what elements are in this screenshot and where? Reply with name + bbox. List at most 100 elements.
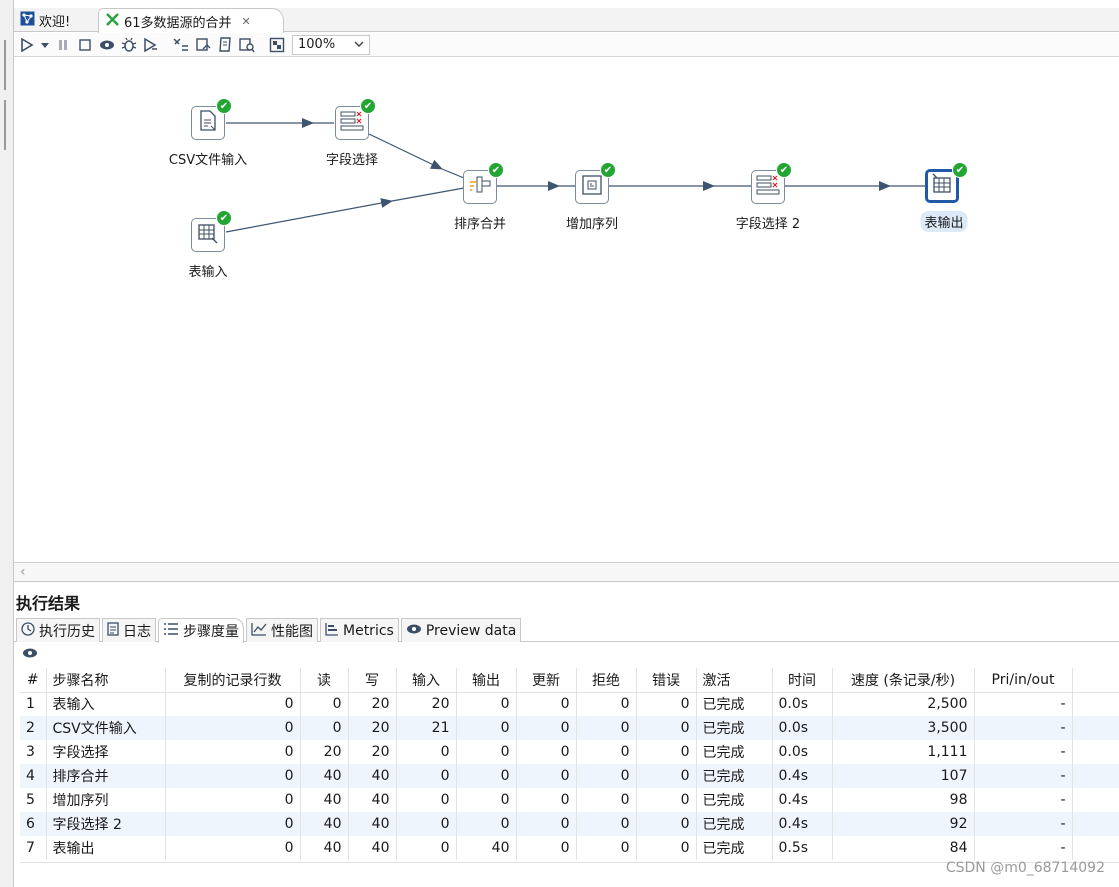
canvas-horizontal-scrollbar[interactable]: ‹ — [14, 562, 1119, 582]
step-label: 排序合并 — [453, 217, 507, 232]
column-header[interactable]: 拒绝 — [576, 668, 637, 693]
dropdown-icon[interactable] — [38, 34, 52, 56]
column-header[interactable]: 时间 — [772, 668, 833, 693]
sql-icon[interactable] — [214, 34, 236, 56]
table-cell: 0 — [576, 812, 637, 836]
zoom-select[interactable]: 100% — [292, 34, 370, 55]
zoom-value: 100% — [298, 37, 336, 52]
table-cell: CSV文件输入 — [46, 716, 166, 740]
hops-layer — [225, 118, 926, 233]
tab-metrics[interactable]: Metrics — [320, 618, 399, 642]
table-cell: 20 — [396, 692, 457, 716]
table-cell-empty — [1072, 716, 1119, 740]
tab-step-metrics[interactable]: 步骤度量 — [158, 618, 244, 643]
verify-icon[interactable] — [170, 34, 192, 56]
column-header[interactable]: 输入 — [396, 668, 457, 693]
table-cell: 0 — [165, 716, 301, 740]
table-cell: 0 — [165, 764, 301, 788]
table-cell: 已完成 — [696, 716, 773, 740]
column-header[interactable]: 激活 — [696, 668, 773, 693]
table-row[interactable]: 5 增加序列 0 40 40 0 0 0 0 0 已完成 0.4s 98- — [20, 788, 1119, 812]
pause-icon[interactable] — [52, 34, 74, 56]
transformation-canvas[interactable]: ✔ CSV文件输入 ✔ 字段选择 ✔ 表输入 ✔ 排序合并 ✔ 增加序列 ✔ 字… — [14, 58, 1119, 562]
table-cell: 0 — [576, 740, 637, 764]
column-header[interactable]: # — [20, 668, 47, 693]
chevron-down-icon — [354, 37, 364, 52]
table-cell: - — [974, 836, 1073, 860]
column-header[interactable]: Pri/in/out — [974, 668, 1073, 693]
table-cell: 0.0s — [772, 740, 833, 764]
tab-transformation[interactable]: 61多数据源的合并 ✕ — [98, 8, 284, 33]
tab-preview-data[interactable]: Preview data — [400, 618, 522, 642]
performance-chart-icon — [251, 622, 267, 640]
column-header[interactable]: 读 — [300, 668, 349, 693]
tab-history[interactable]: 执行历史 — [16, 618, 100, 642]
hop-select-sortmerge-tail — [441, 168, 465, 179]
step-label: 表输出 — [920, 211, 968, 232]
table-cell: 已完成 — [696, 692, 773, 716]
tab-log[interactable]: 日志 — [102, 618, 156, 642]
table-cell: 20 — [348, 740, 397, 764]
table-row[interactable]: 6 字段选择 2 0 40 40 0 0 0 0 0 已完成 0.4s 92- — [20, 812, 1119, 836]
debug-icon[interactable] — [118, 34, 140, 56]
table-cell: 20 — [300, 740, 349, 764]
table-cell: 2 — [20, 716, 47, 740]
table-cell: 0 — [456, 740, 517, 764]
metrics-toolbar — [14, 643, 1119, 667]
tab-performance-chart[interactable]: 性能图 — [246, 618, 318, 642]
table-cell: - — [974, 692, 1073, 716]
table-cell: 0 — [396, 788, 457, 812]
table-cell: 0 — [396, 764, 457, 788]
table-cell: 20 — [348, 692, 397, 716]
column-header[interactable]: 更新 — [516, 668, 577, 693]
show-results-icon[interactable] — [266, 34, 288, 56]
table-cell: 0.4s — [772, 812, 833, 836]
table-cell: 已完成 — [696, 836, 773, 860]
table-cell: 0 — [576, 836, 637, 860]
table-row[interactable]: 1 表输入 0 0 20 20 0 0 0 0 已完成 0.0s 2,500- — [20, 692, 1119, 716]
results-title: 执行结果 — [16, 594, 81, 613]
show-details-icon[interactable] — [22, 647, 38, 663]
table-cell: 1,111 — [832, 740, 975, 764]
column-header[interactable]: 复制的记录行数 — [165, 668, 301, 693]
table-cell: 40 — [300, 788, 349, 812]
table-cell: - — [974, 764, 1073, 788]
metrics-list-icon — [163, 622, 179, 640]
table-cell: - — [974, 812, 1073, 836]
column-header[interactable]: 写 — [348, 668, 397, 693]
table-row[interactable]: 3 字段选择 0 20 20 0 0 0 0 0 已完成 0.0s 1,111- — [20, 740, 1119, 764]
strip-marker — [4, 100, 6, 150]
table-cell: 0 — [456, 788, 517, 812]
table-cell: 0 — [636, 788, 697, 812]
column-header[interactable]: 输出 — [456, 668, 517, 693]
tab-label: 欢迎! — [39, 14, 71, 30]
column-header[interactable]: 错误 — [636, 668, 697, 693]
column-header[interactable]: 步骤名称 — [46, 668, 166, 693]
tab-welcome[interactable]: 欢迎! — [14, 8, 96, 32]
table-cell: 40 — [348, 836, 397, 860]
table-cell: 已完成 — [696, 764, 773, 788]
select-values-icon — [756, 174, 780, 200]
table-cell: 0 — [165, 812, 301, 836]
impact-icon[interactable] — [192, 34, 214, 56]
table-cell: 40 — [300, 812, 349, 836]
table-row[interactable]: 4 排序合并 0 40 40 0 0 0 0 0 已完成 0.4s 107- — [20, 764, 1119, 788]
table-cell: 40 — [348, 788, 397, 812]
hop-tablein-sortmerge[interactable] — [225, 198, 393, 233]
close-icon[interactable]: ✕ — [242, 15, 251, 28]
table-row[interactable]: 2 CSV文件输入 0 0 20 21 0 0 0 0 已完成 0.0s 3,500- — [20, 716, 1119, 740]
hop-select-sortmerge[interactable] — [368, 133, 443, 170]
explore-db-icon[interactable] — [236, 34, 258, 56]
replay-icon[interactable] — [140, 34, 162, 56]
table-cell: 20 — [348, 716, 397, 740]
stop-icon[interactable] — [74, 34, 96, 56]
table-row[interactable]: 7 表输出 0 40 40 0 40 0 0 0 已完成 0.5s 84- — [20, 836, 1119, 860]
table-cell: 21 — [396, 716, 457, 740]
table-cell: 0 — [165, 788, 301, 812]
check-icon: ✔ — [360, 98, 376, 114]
run-icon[interactable] — [16, 34, 38, 56]
scroll-left-icon[interactable]: ‹ — [20, 564, 26, 580]
preview-icon[interactable] — [96, 34, 118, 56]
tab-label: 执行历史 — [39, 623, 95, 640]
column-header[interactable]: 速度 (条记录/秒) — [832, 668, 975, 693]
